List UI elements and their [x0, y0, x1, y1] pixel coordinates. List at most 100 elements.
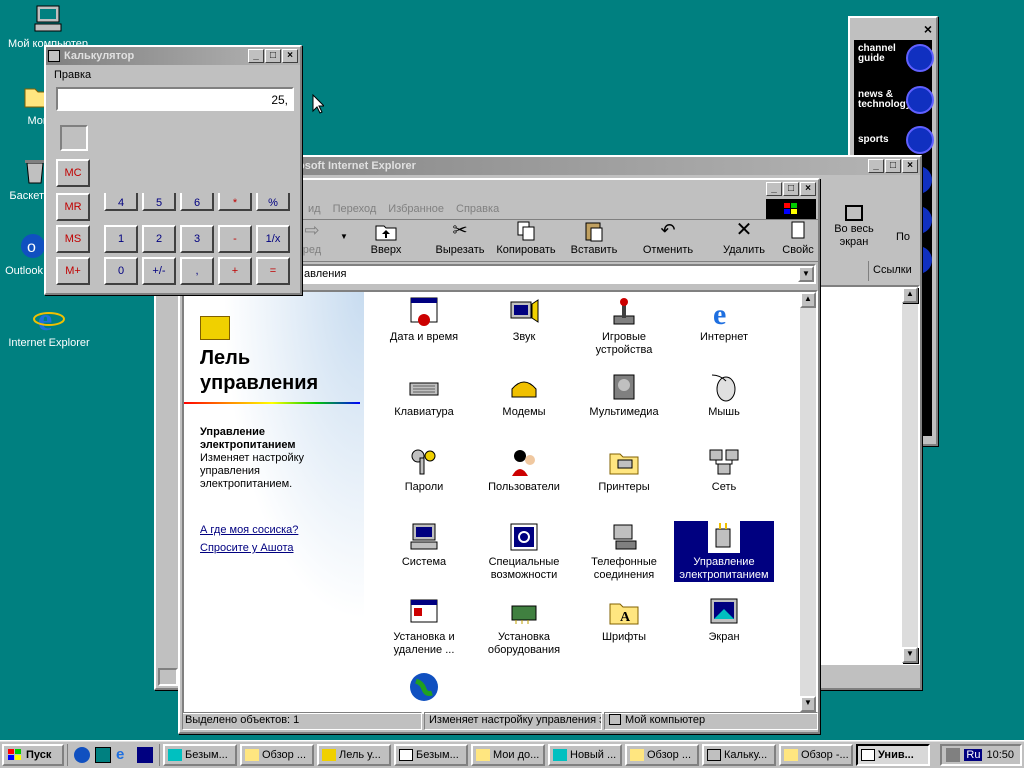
scrollbar-vertical[interactable]: ▲ ▼	[800, 292, 816, 712]
menu-help[interactable]: Справка	[456, 203, 499, 215]
percent-button[interactable]: %	[256, 193, 290, 211]
taskbar-button[interactable]: Лель у...	[317, 743, 391, 766]
scroll-down-arrow[interactable]: ▼	[902, 647, 918, 663]
cp-item-display[interactable]: Экран	[674, 596, 774, 644]
partial-tool[interactable]: По	[896, 231, 910, 243]
minimize-button[interactable]: _	[766, 182, 782, 196]
window-titlebar[interactable]: Калькулятор _ □ ×	[46, 47, 300, 65]
channel-guide-button[interactable]: channel guide	[858, 44, 934, 80]
cp-item-dialup[interactable]: Телефонные соединения	[574, 521, 674, 582]
forward-dropdown-arrow[interactable]: ▼	[340, 232, 348, 241]
up-button[interactable]: Вверх	[354, 220, 418, 256]
maximize-button[interactable]: □	[265, 49, 281, 63]
multiply-button[interactable]: *	[218, 193, 252, 211]
cp-item-network[interactable]: Сеть	[674, 446, 774, 494]
window-title: osoft Internet Explorer	[298, 160, 416, 172]
link-ask-ashot[interactable]: Спросите у Ашота	[200, 542, 294, 554]
cp-item-internet[interactable]: e Интернет	[674, 296, 774, 344]
copy-button[interactable]: Копировать	[494, 220, 558, 256]
cp-item-system[interactable]: Система	[374, 521, 474, 569]
digit-2-button[interactable]: 2	[142, 225, 176, 253]
taskbar-button[interactable]: Новый ...	[548, 743, 622, 766]
ie-quicklaunch-icon[interactable]: e	[116, 746, 132, 763]
cp-item-sound[interactable]: Звук	[474, 296, 574, 344]
menu-view[interactable]: ид	[308, 203, 321, 215]
link-sausage[interactable]: А где моя сосиска?	[200, 524, 298, 536]
properties-button[interactable]: Свойс	[778, 220, 818, 256]
cut-button[interactable]: ✂ Вырезать	[428, 220, 492, 256]
menu-go[interactable]: Переход	[333, 203, 377, 215]
taskbar-button[interactable]: Безым...	[394, 743, 468, 766]
clock[interactable]: 10:50	[986, 749, 1014, 761]
start-button[interactable]: Пуск	[2, 743, 64, 766]
decimal-button[interactable]: ,	[180, 257, 214, 285]
cp-item-game-controllers[interactable]: Игровые устройства	[574, 296, 674, 357]
cp-item-multimedia[interactable]: Мультимедиа	[574, 371, 674, 419]
add-button[interactable]: +	[218, 257, 252, 285]
scroll-down-arrow[interactable]: ▼	[800, 696, 816, 712]
taskbar-button-active[interactable]: Унив...	[856, 743, 930, 766]
cp-item-passwords[interactable]: Пароли	[374, 446, 474, 494]
cp-item-fonts[interactable]: A Шрифты	[574, 596, 674, 644]
cp-item-accessibility[interactable]: Специальные возможности	[474, 521, 574, 582]
language-indicator[interactable]: Ru	[964, 748, 983, 761]
news-technology-button[interactable]: news & technology	[858, 84, 934, 120]
cp-item-users[interactable]: Пользователи	[474, 446, 574, 494]
sign-button[interactable]: +/-	[142, 257, 176, 285]
menu-favorites[interactable]: Избранное	[388, 203, 444, 215]
links-label[interactable]: Ссылки	[868, 261, 920, 281]
undo-button[interactable]: ↶ Отменить	[636, 220, 700, 256]
equals-button[interactable]: =	[256, 257, 290, 285]
digit-1-button[interactable]: 1	[104, 225, 138, 253]
maximize-button[interactable]: □	[885, 159, 901, 173]
taskbar-button[interactable]: Обзор ...	[625, 743, 699, 766]
reciprocal-button[interactable]: 1/x	[256, 225, 290, 253]
outlook-quicklaunch-icon[interactable]	[74, 746, 90, 763]
scrollbar-vertical[interactable]: ▲ ▼	[902, 287, 918, 663]
digit-0-button[interactable]: 0	[104, 257, 138, 285]
digit-6-button[interactable]: 6	[180, 193, 214, 211]
cp-item-mouse[interactable]: Мышь	[674, 371, 774, 419]
close-button[interactable]: ×	[800, 182, 816, 196]
memory-clear-button[interactable]: MC	[56, 159, 90, 187]
cp-item-modems[interactable]: Модемы	[474, 371, 574, 419]
fullscreen-tool[interactable]: Во весь экран	[824, 205, 884, 249]
memory-store-button[interactable]: MS	[56, 225, 90, 253]
scroll-up-arrow[interactable]: ▲	[800, 292, 816, 308]
maximize-button[interactable]: □	[783, 182, 799, 196]
minimize-button[interactable]: _	[248, 49, 264, 63]
desktop-quicklaunch-icon[interactable]	[95, 746, 111, 763]
taskbar-button[interactable]: Обзор ...	[240, 743, 314, 766]
memory-recall-button[interactable]: MR	[56, 193, 90, 221]
cp-item-add-hardware[interactable]: Установка оборудования	[474, 596, 574, 657]
close-button[interactable]: ×	[282, 49, 298, 63]
taskbar-button[interactable]: Мои до...	[471, 743, 545, 766]
cp-item-add-remove-programs[interactable]: Установка и удаление ...	[374, 596, 474, 657]
paste-button[interactable]: Вставить	[562, 220, 626, 256]
cp-item-printers[interactable]: Принтеры	[574, 446, 674, 494]
selected-item-description: Изменяет настройку управления электропит…	[200, 452, 305, 490]
taskbar-button[interactable]: Безым...	[163, 743, 237, 766]
cp-item-keyboard[interactable]: Клавиатура	[374, 371, 474, 419]
address-dropdown-arrow[interactable]: ▼	[798, 266, 814, 282]
close-button[interactable]: ×	[902, 159, 918, 173]
menu-edit[interactable]: Правка	[54, 69, 91, 81]
taskbar-button[interactable]: Кальку...	[702, 743, 776, 766]
channels-quicklaunch-icon[interactable]	[137, 746, 153, 763]
scroll-up-arrow[interactable]: ▲	[902, 287, 918, 303]
taskbar-button[interactable]: Обзор -...	[779, 743, 853, 766]
cp-item-date-time[interactable]: Дата и время	[374, 296, 474, 344]
delete-button[interactable]: ✕ Удалить	[712, 220, 776, 256]
cp-item-power-management[interactable]: Управление электропитанием	[674, 521, 774, 582]
cp-item-globe[interactable]	[374, 671, 474, 706]
desktop-icon-internet-explorer[interactable]: e Internet Explorer	[4, 301, 94, 349]
minimize-button[interactable]: _	[868, 159, 884, 173]
digit-3-button[interactable]: 3	[180, 225, 214, 253]
tray-app-icon[interactable]	[946, 747, 961, 762]
subtract-button[interactable]: -	[218, 225, 252, 253]
memory-add-button[interactable]: M+	[56, 257, 90, 285]
desktop-icon-my-computer[interactable]: Мой компьютер	[3, 3, 93, 50]
digit-5-button[interactable]: 5	[142, 193, 176, 211]
close-icon[interactable]: ×	[924, 21, 932, 37]
digit-4-button[interactable]: 4	[104, 193, 138, 211]
